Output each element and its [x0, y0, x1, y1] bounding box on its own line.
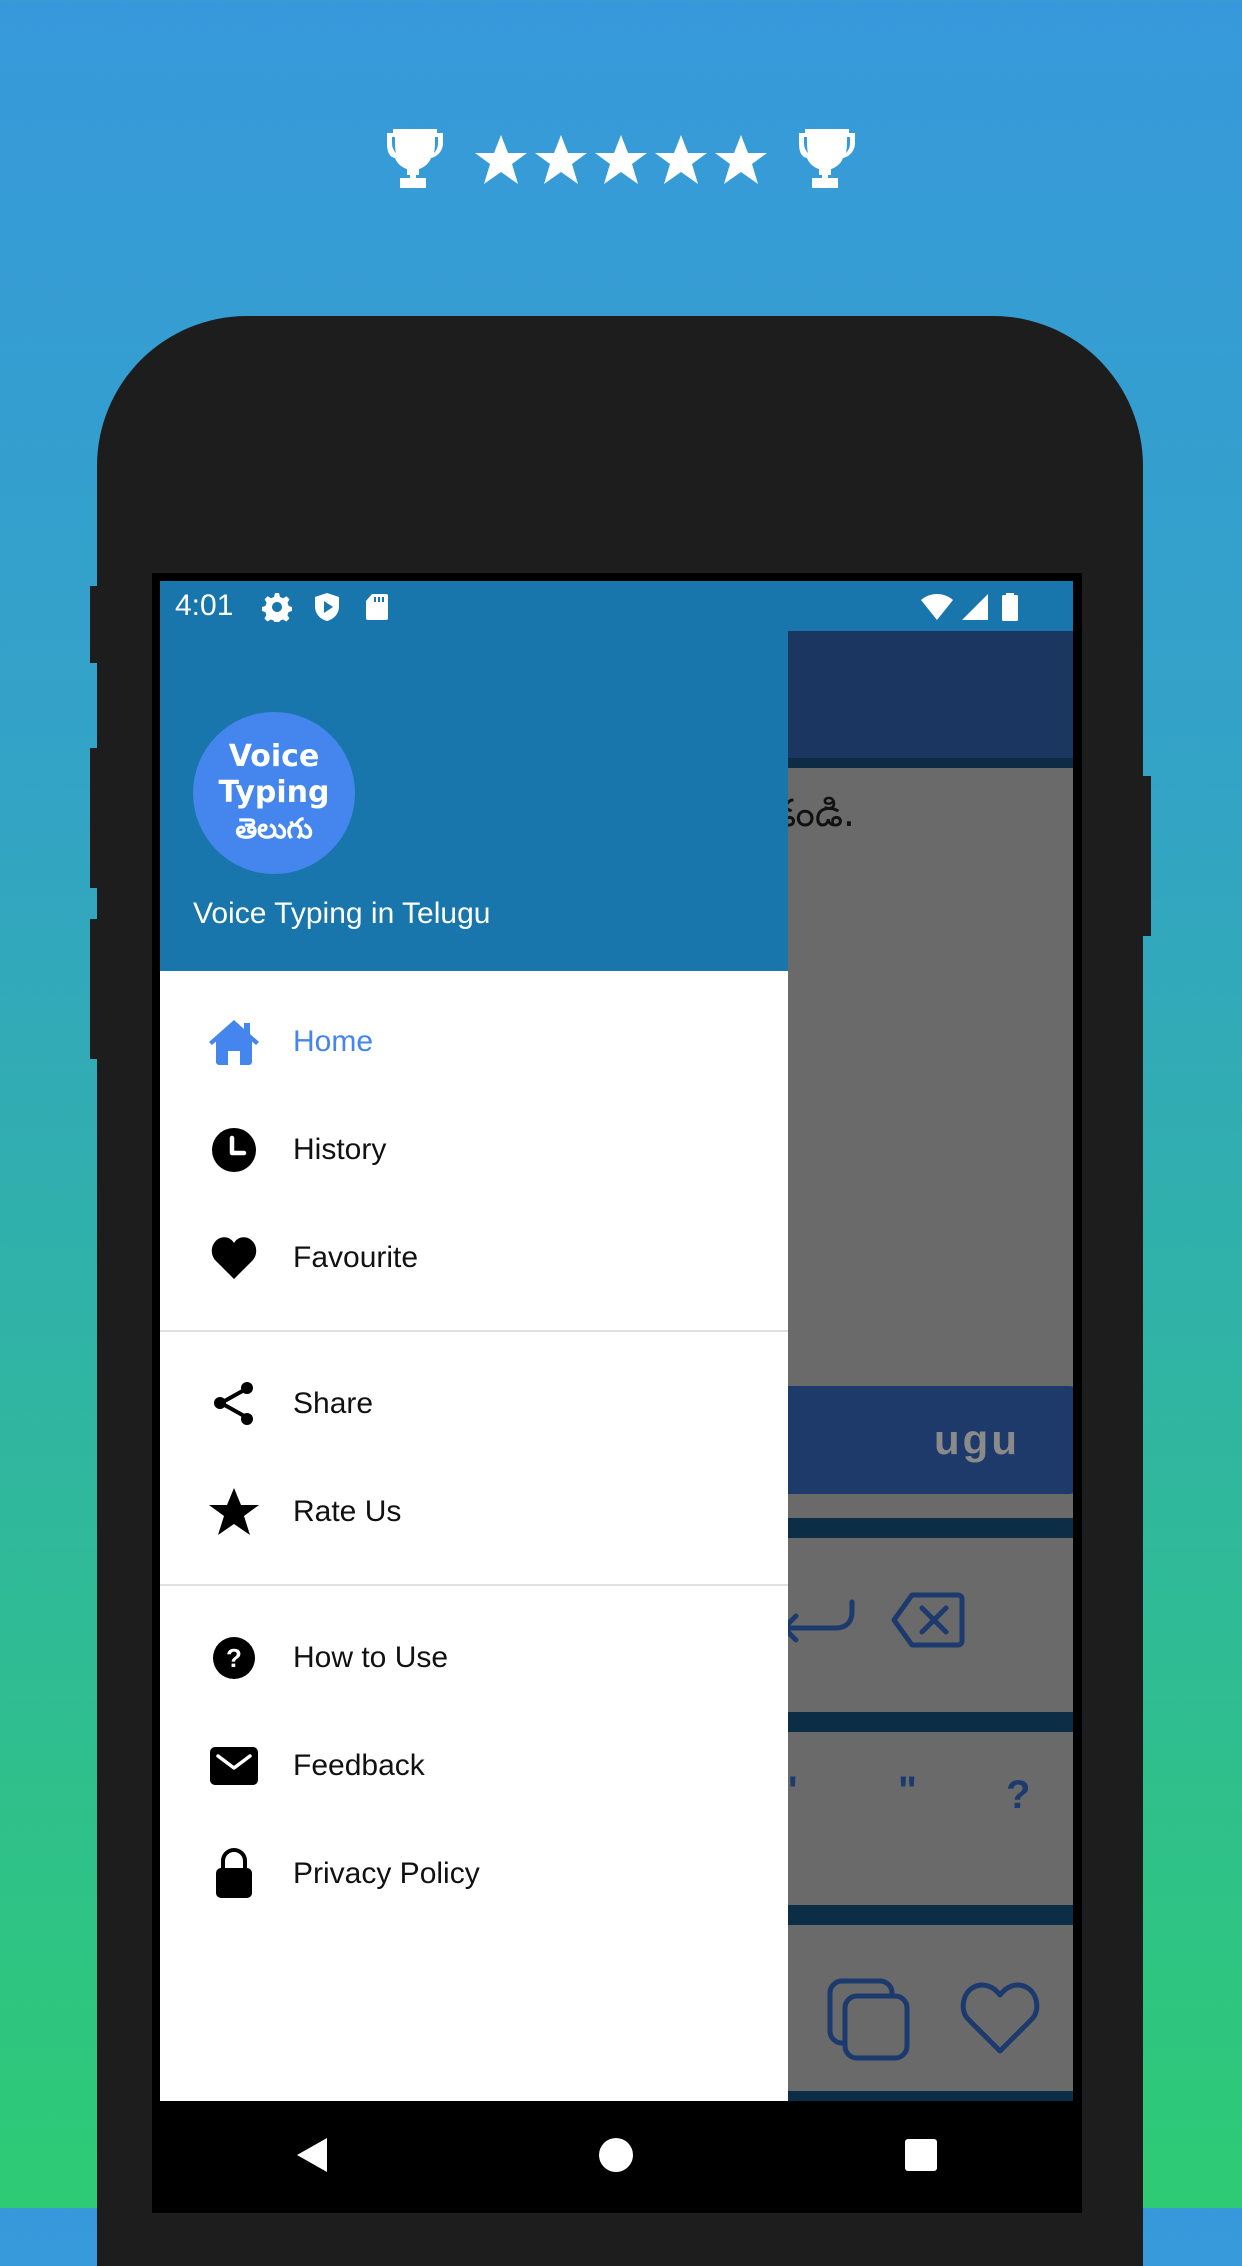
menu-item-rate-us[interactable]: Rate Us — [160, 1458, 788, 1566]
cell-signal-icon — [962, 594, 988, 620]
mail-icon — [208, 1740, 260, 1792]
menu-item-home[interactable]: Home — [160, 988, 788, 1096]
app-start-button-label: ugu — [934, 1416, 1020, 1463]
lock-icon — [208, 1848, 260, 1900]
rating-banner — [0, 120, 1242, 200]
menu-item-label: How to Use — [293, 1641, 449, 1674]
home-circle-icon — [599, 2137, 634, 2172]
menu-item-favourite[interactable]: Favourite — [160, 1204, 788, 1312]
logo-line-2: Typing — [218, 775, 330, 810]
system-nav-bar — [160, 2101, 1073, 2208]
logo-line-3: తెలుగు — [235, 812, 313, 845]
back-icon — [297, 2137, 328, 2172]
nav-recents-button[interactable] — [901, 2135, 941, 2175]
menu-item-label: Share — [293, 1387, 374, 1420]
help-circle-icon: ? — [208, 1632, 260, 1684]
clock-icon — [208, 1124, 260, 1176]
backspace-key-icon — [891, 1592, 965, 1648]
nav-back-button[interactable] — [292, 2135, 332, 2175]
gear-icon — [262, 593, 292, 622]
drawer-header: Voice Typing తెలుగు Voice Typing in Telu… — [160, 581, 788, 971]
rating-star-icon — [715, 135, 767, 184]
status-time: 4:01 — [175, 589, 234, 622]
share-icon — [208, 1378, 260, 1430]
menu-item-label: History — [293, 1133, 387, 1166]
menu-item-feedback[interactable]: Feedback — [160, 1712, 788, 1820]
rating-star-icon — [535, 135, 587, 184]
rating-stars — [471, 134, 771, 186]
rating-star-icon — [655, 135, 707, 184]
menu-item-privacy-policy[interactable]: Privacy Policy — [160, 1820, 788, 1928]
trophy-icon — [387, 129, 443, 188]
copy-icon — [827, 1978, 910, 2061]
navigation-drawer: Voice Typing తెలుగు Voice Typing in Telu… — [160, 581, 788, 2101]
menu-item-share[interactable]: Share — [160, 1350, 788, 1458]
menu-group-main: Home History Favourite — [160, 971, 788, 1330]
menu-item-label: Favourite — [293, 1241, 419, 1274]
logo-line-1: Voice — [228, 739, 320, 774]
menu-item-label: Feedback — [293, 1749, 425, 1782]
recents-icon — [904, 2138, 937, 2171]
menu-item-history[interactable]: History — [160, 1096, 788, 1204]
menu-item-label: Privacy Policy — [293, 1857, 480, 1890]
nav-home-button[interactable] — [596, 2135, 636, 2175]
status-bar: 4:01 — [160, 581, 1073, 631]
sd-card-icon — [366, 594, 388, 620]
phone-screen: డండి. ugu ' " ? Voice Typing తెలుగు Voic… — [160, 581, 1073, 2101]
wifi-icon — [921, 594, 953, 620]
drawer-menu: Home History Favourite Share Rate Us ? H… — [160, 971, 788, 1946]
drawer-title: Voice Typing in Telugu — [193, 897, 491, 930]
enter-key-icon — [781, 1599, 855, 1643]
key-quote: " — [898, 1769, 917, 1813]
menu-item-label: Home — [293, 1025, 374, 1058]
menu-group-info: ? How to Use Feedback Privacy Policy — [160, 1586, 788, 1946]
menu-item-how-to-use[interactable]: ? How to Use — [160, 1604, 788, 1712]
battery-icon — [1002, 593, 1018, 621]
menu-group-social: Share Rate Us — [160, 1332, 788, 1584]
svg-text:?: ? — [226, 1643, 242, 1673]
key-question: ? — [1006, 1773, 1031, 1817]
rating-star-icon — [475, 135, 527, 184]
shield-play-icon — [315, 593, 339, 621]
star-icon — [208, 1486, 260, 1538]
app-logo: Voice Typing తెలుగు — [193, 712, 355, 874]
heart-icon — [208, 1232, 260, 1284]
rating-star-icon — [595, 135, 647, 184]
trophy-icon — [799, 129, 855, 188]
key-apostrophe: ' — [788, 1769, 798, 1813]
home-icon — [208, 1016, 260, 1068]
menu-item-label: Rate Us — [293, 1495, 402, 1528]
favourite-outline-icon — [960, 1982, 1040, 2054]
